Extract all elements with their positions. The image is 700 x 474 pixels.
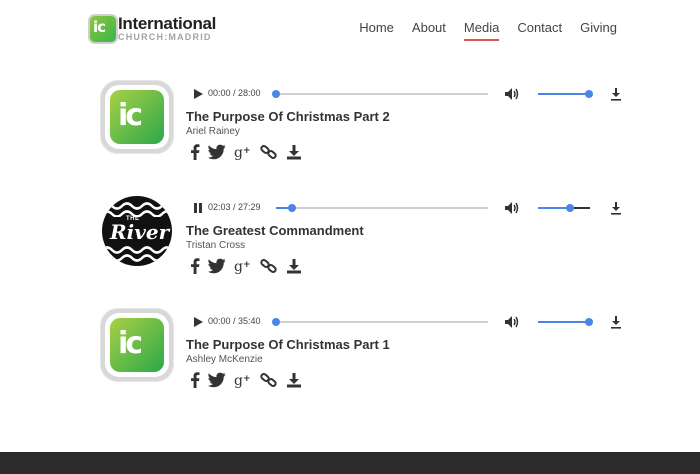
google-plus-icon[interactable]: g + bbox=[234, 372, 252, 388]
track-title[interactable]: The Greatest Commandment bbox=[186, 223, 364, 238]
time-display: 00:00 / 28:00 bbox=[208, 88, 261, 98]
volume-fill bbox=[538, 321, 589, 323]
track-author: Tristan Cross bbox=[186, 240, 246, 251]
download-icon[interactable] bbox=[286, 258, 302, 274]
logo-badge: ic bbox=[88, 14, 118, 44]
cover-text: ic bbox=[118, 326, 143, 361]
seek-bar[interactable] bbox=[272, 318, 488, 326]
google-plus-icon[interactable]: g + bbox=[234, 258, 252, 274]
nav-contact[interactable]: Contact bbox=[517, 20, 562, 35]
seek-knob[interactable] bbox=[272, 90, 280, 98]
cover-image: ic bbox=[100, 80, 174, 154]
pause-icon[interactable] bbox=[192, 202, 204, 214]
share-bar: g + bbox=[190, 371, 310, 389]
logo-subtitle: CHURCH:MADRID bbox=[118, 32, 212, 42]
svg-text:g: g bbox=[234, 145, 243, 160]
track-author: Ashley McKenzie bbox=[186, 354, 263, 365]
share-bar: g + bbox=[190, 257, 310, 275]
time-display: 00:00 / 35:40 bbox=[208, 316, 261, 326]
download-icon[interactable] bbox=[286, 372, 302, 388]
media-item: ic 00:00 / 35:40 The Purpose Of Christma… bbox=[100, 308, 630, 398]
volume-slider[interactable] bbox=[538, 318, 593, 326]
track-title[interactable]: The Purpose Of Christmas Part 2 bbox=[186, 109, 390, 124]
facebook-icon[interactable] bbox=[190, 144, 200, 160]
download-icon[interactable] bbox=[610, 315, 622, 329]
seek-bar[interactable] bbox=[272, 90, 488, 98]
track-title[interactable]: The Purpose Of Christmas Part 1 bbox=[186, 337, 390, 352]
play-icon[interactable] bbox=[192, 88, 204, 100]
cover-text: ic bbox=[118, 98, 143, 133]
site-header: ic International CHURCH:MADRID Home Abou… bbox=[0, 0, 700, 60]
nav-about[interactable]: About bbox=[412, 20, 446, 35]
share-bar: g + bbox=[190, 143, 310, 161]
wave-pattern bbox=[102, 254, 172, 262]
volume-slider[interactable] bbox=[538, 204, 590, 212]
svg-text:g: g bbox=[234, 259, 243, 274]
twitter-icon[interactable] bbox=[208, 372, 226, 388]
seek-knob[interactable] bbox=[287, 204, 296, 212]
play-icon[interactable] bbox=[192, 316, 204, 328]
nav-giving[interactable]: Giving bbox=[580, 20, 617, 35]
nav-home[interactable]: Home bbox=[359, 20, 394, 35]
cover-subtext: THE bbox=[126, 216, 140, 222]
volume-fill bbox=[538, 93, 589, 95]
link-icon[interactable] bbox=[260, 144, 278, 160]
svg-text:g: g bbox=[234, 373, 243, 388]
volume-knob[interactable] bbox=[584, 318, 593, 326]
cover-image: ic bbox=[100, 308, 174, 382]
site-logo[interactable]: ic International CHURCH:MADRID bbox=[88, 14, 228, 46]
link-icon[interactable] bbox=[260, 258, 278, 274]
google-plus-icon[interactable]: g + bbox=[234, 144, 252, 160]
svg-text:+: + bbox=[243, 146, 251, 156]
media-item: ic 00:00 / 28:00 The Purpose Of Christma… bbox=[100, 80, 630, 170]
audio-player: 00:00 / 35:40 bbox=[186, 312, 626, 332]
track-author: Ariel Rainey bbox=[186, 126, 240, 137]
audio-player: 00:00 / 28:00 bbox=[186, 84, 626, 104]
seek-bar[interactable] bbox=[276, 204, 488, 212]
volume-slider[interactable] bbox=[538, 90, 593, 98]
logo-badge-text: ic bbox=[93, 18, 106, 36]
time-display: 02:03 / 27:29 bbox=[208, 202, 261, 212]
nav-media[interactable]: Media bbox=[463, 20, 500, 41]
media-item: River THE 02:03 / 27:29 The Greatest Com… bbox=[100, 194, 630, 284]
link-icon[interactable] bbox=[260, 372, 278, 388]
volume-icon[interactable] bbox=[504, 87, 520, 101]
volume-icon[interactable] bbox=[504, 315, 520, 329]
volume-icon[interactable] bbox=[504, 201, 520, 215]
logo-title: International bbox=[118, 14, 217, 33]
cover-image: River THE bbox=[100, 194, 174, 268]
download-icon[interactable] bbox=[610, 87, 622, 101]
main-nav: Home About Media Contact Giving bbox=[341, 20, 617, 41]
twitter-icon[interactable] bbox=[208, 258, 226, 274]
seek-knob[interactable] bbox=[272, 318, 280, 326]
audio-player: 02:03 / 27:29 bbox=[186, 198, 626, 218]
svg-text:+: + bbox=[243, 260, 251, 270]
facebook-icon[interactable] bbox=[190, 258, 200, 274]
facebook-icon[interactable] bbox=[190, 372, 200, 388]
twitter-icon[interactable] bbox=[208, 144, 226, 160]
svg-text:+: + bbox=[243, 374, 251, 384]
download-icon[interactable] bbox=[286, 144, 302, 160]
site-footer bbox=[0, 452, 700, 474]
volume-knob[interactable] bbox=[566, 204, 575, 212]
download-icon[interactable] bbox=[610, 201, 622, 215]
volume-knob[interactable] bbox=[584, 90, 593, 98]
